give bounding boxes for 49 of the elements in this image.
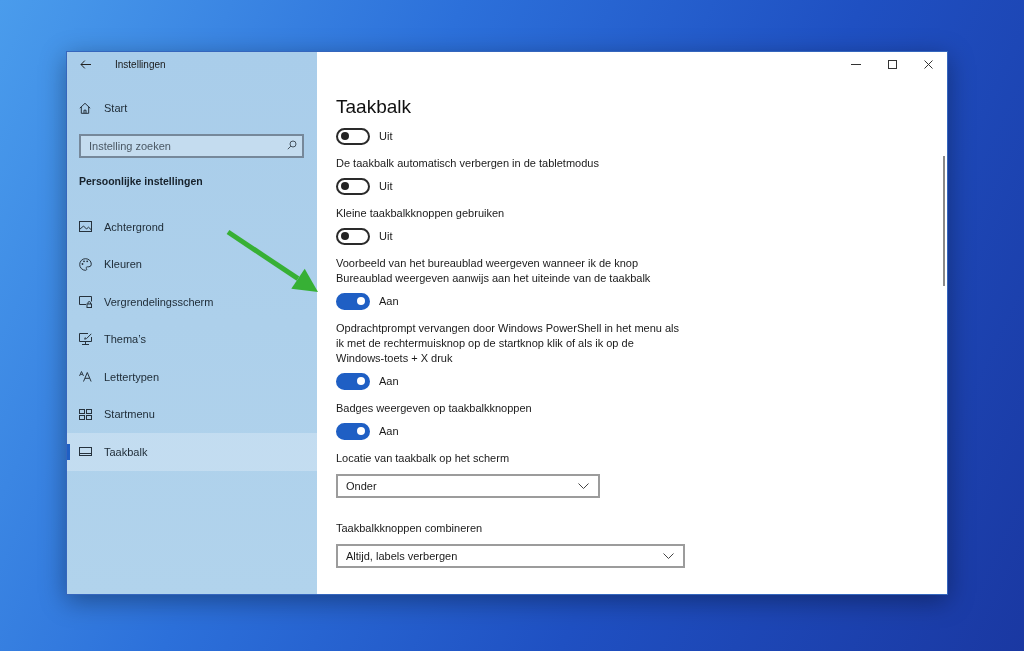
toggle-state-label: Uit [379,228,393,244]
toggle-state-label: Aan [379,423,399,439]
toggle-switch[interactable] [336,177,370,195]
taskbar-icon [79,447,92,457]
setting-label: Badges weergeven op taakbalkknoppen [336,401,532,416]
toggle-state-label: Uit [379,128,393,144]
sidebar-item[interactable]: Vergrendelingsscherm [67,283,317,321]
image-icon [79,221,92,233]
palette-icon [79,257,92,271]
setting-label: Opdrachtprompt vervangen door Windows PowerShell in het menu als ik met de rechtermuisknop op de startknop klik of als ik op de Windows-toets + X druk [336,321,680,366]
sidebar-item[interactable]: Achtergrond [67,208,317,246]
maximize-icon [887,59,897,69]
toggle-state-label: Uit [379,178,393,194]
setting-label: Voorbeeld van het bureaublad weergeven wanneer ik de knop Bureaublad weergeven aanwijs aan het uiteinde van de taakbalk [336,256,652,286]
setting-label: Kleine taakbalkknoppen gebruiken [336,206,505,221]
sidebar-item[interactable]: Taakbalk [67,433,317,471]
chevron-down-icon [578,483,589,489]
window-title: Instellingen [115,57,166,72]
dropdown[interactable]: Altijd, labels verbergen [336,544,685,568]
font-size-icon [79,371,92,383]
dropdown[interactable]: Onder [336,474,600,498]
toggle-switch[interactable] [336,127,370,145]
setting-label: Taakbalkknoppen combineren [336,521,483,536]
toggle-state-label: Aan [379,293,399,309]
toggle-switch[interactable] [336,227,370,245]
sidebar-item[interactable]: Lettertypen [67,358,317,396]
toggle-switch[interactable] [336,422,370,440]
search-icon [287,140,297,150]
page-title: Taakbalk [336,95,411,119]
sidebar-item[interactable]: Thema’s [67,320,317,358]
section-title: Persoonlijke instellingen [78,174,204,190]
tiles-icon [79,408,92,420]
toggle-switch[interactable] [336,292,370,310]
setting-label: Locatie van taakbalk op het scherm [336,451,510,466]
home-link[interactable]: Start [67,90,317,126]
home-icon [79,102,91,114]
monitor-brush-icon [79,333,92,346]
close-icon [923,59,933,69]
minimize-icon [851,63,861,65]
toggle-switch[interactable] [336,372,370,390]
chevron-down-icon [663,553,674,559]
back-arrow-icon [79,59,91,69]
monitor-lock-icon [79,295,92,308]
setting-label: De taakbalk automatisch verbergen in de tabletmodus [336,156,599,171]
toggle-state-label: Aan [379,373,399,389]
search-field[interactable]: Instelling zoeken [79,134,304,158]
sidebar-item[interactable]: Startmenu [67,395,317,433]
sidebar-item[interactable]: Kleuren [67,245,317,283]
scrollbar[interactable] [943,156,945,286]
